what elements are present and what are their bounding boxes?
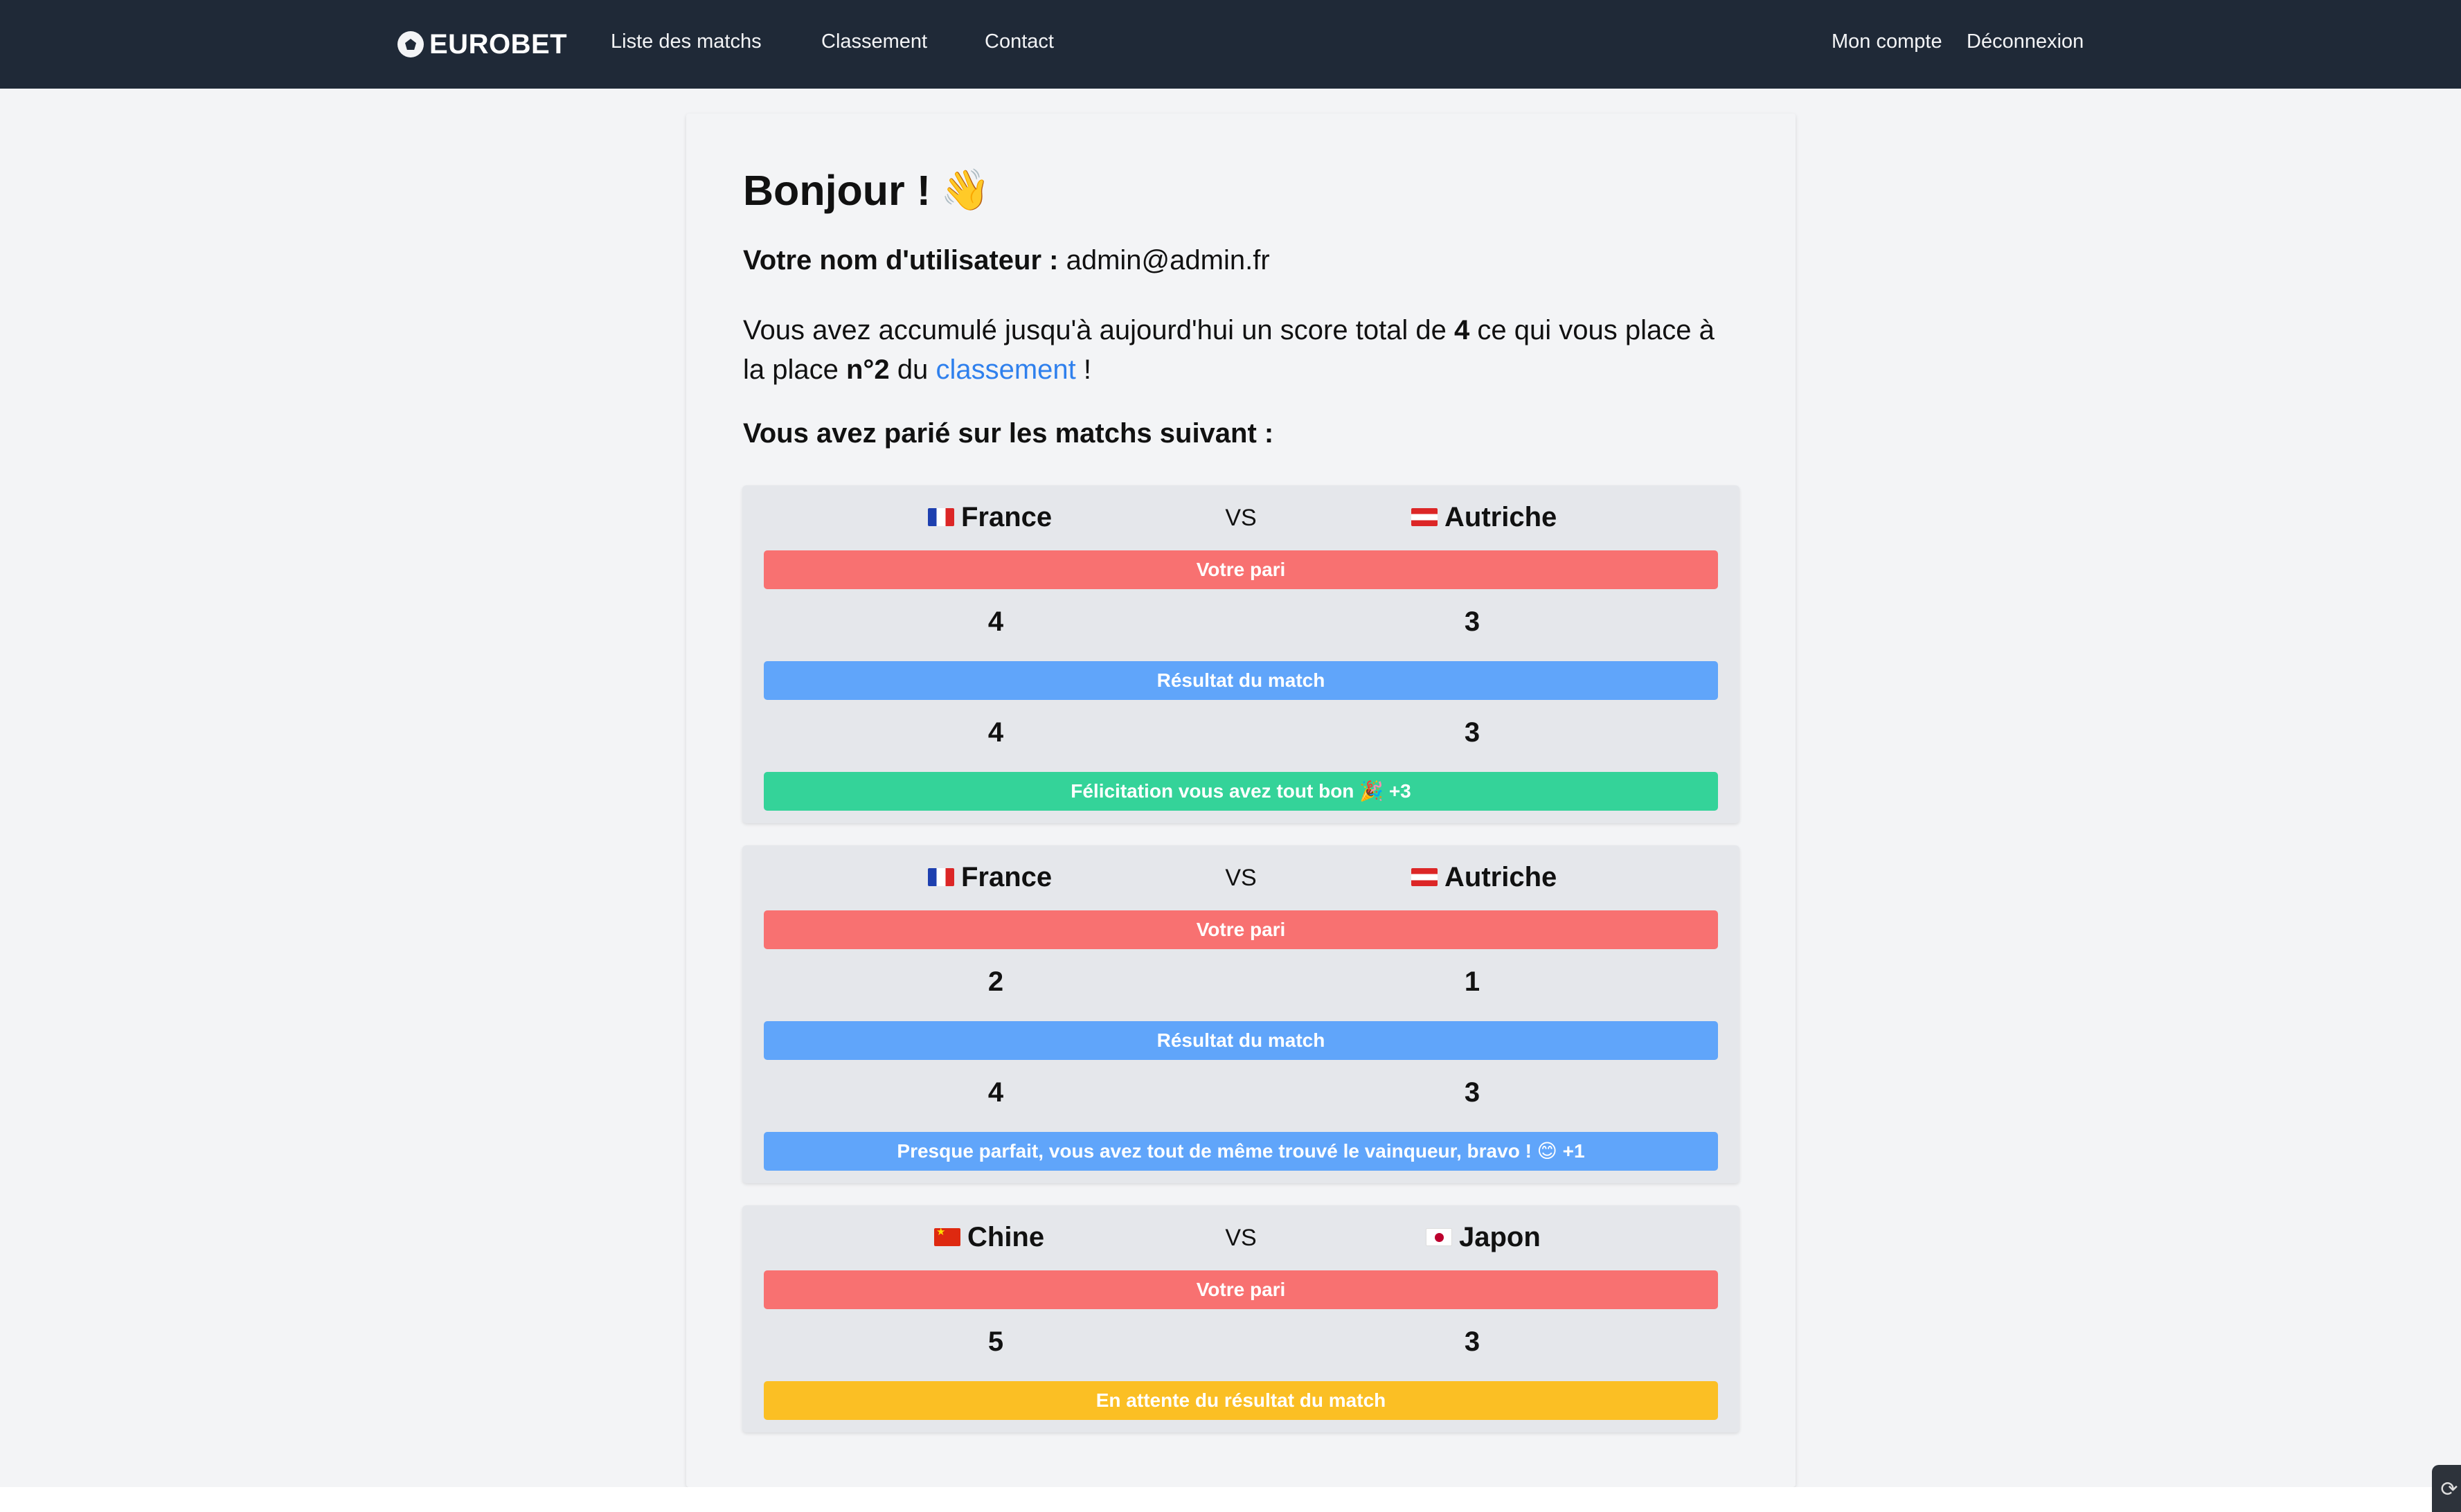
rank-suffix-post: ! — [1083, 354, 1091, 385]
bet-score-away: 1 — [1464, 966, 1480, 997]
page-title: Bonjour ! 👋 — [743, 166, 990, 215]
soccer-ball-icon — [397, 31, 424, 57]
nav-link-ranking[interactable]: Classement — [821, 30, 927, 53]
ranking-link[interactable]: classement — [936, 354, 1075, 385]
bet-header-bar: Votre pari — [764, 910, 1718, 949]
team-away: Autriche — [1411, 858, 1557, 897]
nav-link-contact[interactable]: Contact — [985, 30, 1054, 53]
austria-flag-icon — [1411, 508, 1438, 526]
result-score-away: 3 — [1464, 1077, 1480, 1108]
bet-score-home: 4 — [987, 606, 1004, 637]
nav-link-logout[interactable]: Déconnexion — [1967, 30, 2084, 53]
bet-score-away: 3 — [1464, 1326, 1480, 1357]
nav-link-matches[interactable]: Liste des matchs — [611, 30, 762, 53]
score-summary: Vous avez accumulé jusqu'à aujourd'hui u… — [743, 311, 1740, 390]
team-away: Japon — [1426, 1218, 1541, 1257]
profile-card: Bonjour ! 👋 Votre nom d'utilisateur : ad… — [686, 114, 1796, 1487]
page-footer — [0, 1487, 2461, 1512]
bet-score-away: 3 — [1464, 606, 1480, 637]
username-value: admin@admin.fr — [1066, 245, 1270, 276]
nav-link-account[interactable]: Mon compte — [1832, 30, 1942, 53]
brand-logo[interactable]: EUROBET — [397, 26, 567, 62]
waving-hand-icon: 👋 — [940, 168, 991, 213]
result-header-bar: Résultat du match — [764, 1021, 1718, 1060]
match-card: France VS Autriche Votre pari 2 1 Résult… — [742, 845, 1739, 1183]
greeting-text: Bonjour ! — [743, 167, 931, 214]
status-bar-success: Félicitation vous avez tout bon 🎉 +3 — [764, 772, 1718, 811]
bet-header-bar: Votre pari — [764, 550, 1718, 589]
score-value: 4 — [1454, 315, 1470, 345]
team-away-name: Japon — [1459, 1221, 1541, 1252]
versus-label: VS — [1225, 1225, 1257, 1251]
versus-label: VS — [1225, 865, 1257, 891]
result-header-bar: Résultat du match — [764, 661, 1718, 700]
match-card: Chine VS Japon Votre pari 5 3 En attente… — [742, 1205, 1739, 1432]
team-away-name: Autriche — [1444, 861, 1557, 892]
match-card: France VS Autriche Votre pari 4 3 Résult… — [742, 485, 1739, 823]
score-prefix: Vous avez accumulé jusqu'à aujourd'hui u… — [743, 315, 1447, 345]
bet-score-home: 2 — [987, 966, 1004, 997]
rank-value: n°2 — [846, 354, 890, 385]
brand-name: EUROBET — [429, 28, 568, 60]
status-bar-partial: Presque parfait, vous avez tout de même … — [764, 1132, 1718, 1171]
devtools-toggle-icon[interactable]: ⟳ — [2432, 1465, 2461, 1512]
rank-suffix-pre: du — [897, 354, 929, 385]
result-score-home: 4 — [987, 717, 1004, 748]
bets-section-title: Vous avez parié sur les matchs suivant : — [743, 418, 1274, 449]
austria-flag-icon — [1411, 868, 1438, 886]
status-bar-pending: En attente du résultat du match — [764, 1381, 1718, 1420]
versus-label: VS — [1225, 505, 1257, 531]
team-away: Autriche — [1411, 498, 1557, 537]
japan-flag-icon — [1426, 1228, 1452, 1246]
username-label: Votre nom d'utilisateur : — [743, 245, 1059, 276]
team-away-name: Autriche — [1444, 501, 1557, 532]
top-navbar: EUROBET Liste des matchs Classement Cont… — [0, 0, 2461, 89]
username-line: Votre nom d'utilisateur : admin@admin.fr — [743, 245, 1270, 276]
bet-score-home: 5 — [987, 1326, 1004, 1357]
result-score-away: 3 — [1464, 717, 1480, 748]
result-score-home: 4 — [987, 1077, 1004, 1108]
bet-header-bar: Votre pari — [764, 1270, 1718, 1309]
